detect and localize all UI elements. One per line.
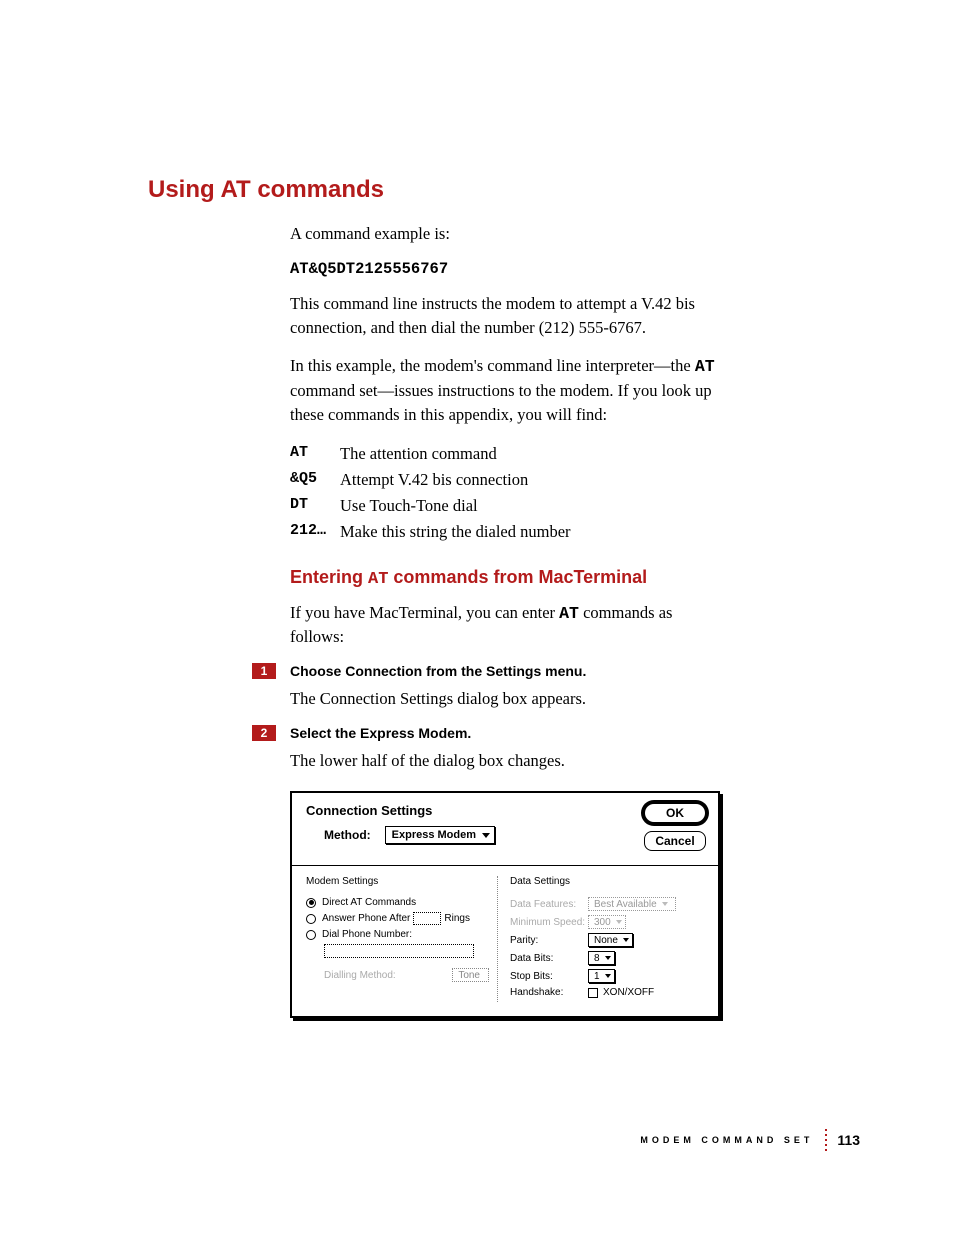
dialling-method-dropdown[interactable]: Tone [452,968,489,982]
chevron-down-icon [482,833,490,838]
command-definition-list: AT The attention command &Q5 Attempt V.4… [290,441,571,545]
handshake-checkbox[interactable] [588,988,598,998]
inline-code: AT [559,604,579,623]
ok-button[interactable]: OK [644,803,706,823]
databits-value: 8 [594,953,600,964]
radio-icon [306,914,316,924]
min-speed-label: Minimum Speed: [510,917,588,928]
def-key: DT [290,493,340,519]
chevron-down-icon [662,902,668,906]
chevron-down-icon [605,956,611,960]
step-result: The Connection Settings dialog box appea… [290,687,730,711]
data-features-dropdown[interactable]: Best Available [588,897,676,911]
text: Entering [290,567,368,587]
subsection-heading: Entering AT commands from MacTerminal [290,567,844,589]
chevron-down-icon [616,920,622,924]
text: In this example, the modem's command lin… [290,356,695,375]
def-val: Use Touch-Tone dial [340,493,571,519]
step-instruction: Choose Connection from the Settings menu… [290,663,586,679]
step-2: 2 Select the Express Modem. [148,725,844,741]
method-dropdown[interactable]: Express Modem [385,826,495,844]
page-footer: Modem Command Set 113 [640,1129,860,1151]
interpreter-paragraph: In this example, the modem's command lin… [290,354,730,427]
text: commands from MacTerminal [388,567,647,587]
databits-label: Data Bits: [510,953,588,964]
phone-number-input[interactable] [324,944,474,958]
def-row: 212… Make this string the dialed number [290,519,571,545]
option-label: Direct AT Commands [322,897,416,908]
footer-dots-icon [825,1129,827,1151]
connection-settings-dialog: Connection Settings Method: Express Mode… [290,791,720,1018]
min-speed-value: 300 [594,917,611,928]
def-val: The attention command [340,441,571,467]
dialling-value: Tone [458,970,480,981]
option-dial-phone[interactable]: Dial Phone Number: [306,929,489,940]
rings-input[interactable] [413,912,441,925]
stopbits-label: Stop Bits: [510,971,588,982]
chevron-down-icon [623,938,629,942]
handshake-value: XON/XOFF [603,987,654,998]
method-label: Method: [324,828,371,842]
step-1: 1 Choose Connection from the Settings me… [148,663,844,679]
def-key: 212… [290,519,340,545]
databits-dropdown[interactable]: 8 [588,951,615,965]
inline-code: AT [695,357,715,376]
text: If you have MacTerminal, you can enter [290,603,559,622]
data-features-value: Best Available [594,899,657,910]
inline-code: AT [368,570,388,589]
def-key: AT [290,441,340,467]
chevron-down-icon [605,974,611,978]
def-val: Attempt V.42 bis connection [340,467,571,493]
handshake-label: Handshake: [510,987,588,998]
modem-settings-label: Modem Settings [306,876,489,887]
cancel-button[interactable]: Cancel [644,831,706,851]
parity-label: Parity: [510,935,588,946]
step-number-badge: 2 [252,725,276,741]
def-row: &Q5 Attempt V.42 bis connection [290,467,571,493]
method-value: Express Modem [392,829,476,841]
stopbits-dropdown[interactable]: 1 [588,969,615,983]
data-features-label: Data Features: [510,899,588,910]
stopbits-value: 1 [594,971,600,982]
option-label: Dial Phone Number: [322,929,412,940]
page-number: 113 [837,1132,860,1148]
option-answer-phone[interactable]: Answer Phone After Rings [306,912,489,925]
parity-value: None [594,935,618,946]
min-speed-dropdown[interactable]: 300 [588,915,626,929]
option-label-post: Rings [444,913,470,924]
data-settings-label: Data Settings [510,876,706,887]
radio-icon [306,898,316,908]
step-instruction: Select the Express Modem. [290,725,471,741]
option-label-pre: Answer Phone After [322,913,410,924]
step-result: The lower half of the dialog box changes… [290,749,730,773]
def-key: &Q5 [290,467,340,493]
parity-dropdown[interactable]: None [588,933,633,947]
sub-paragraph: If you have MacTerminal, you can enter A… [290,601,730,650]
def-row: AT The attention command [290,441,571,467]
radio-icon [306,930,316,940]
intro-paragraph: A command example is: [290,222,730,246]
explain-paragraph: This command line instructs the modem to… [290,292,730,340]
def-val: Make this string the dialed number [340,519,571,545]
def-row: DT Use Touch-Tone dial [290,493,571,519]
option-direct-at[interactable]: Direct AT Commands [306,897,489,908]
text: command set—issues instructions to the m… [290,381,712,424]
command-example: AT&Q5DT2125556767 [290,260,844,278]
dialog-title: Connection Settings [306,803,644,818]
section-heading: Using AT commands [148,176,844,204]
footer-section-name: Modem Command Set [640,1135,813,1145]
step-number-badge: 1 [252,663,276,679]
dialling-method-label: Dialling Method: [324,970,396,981]
